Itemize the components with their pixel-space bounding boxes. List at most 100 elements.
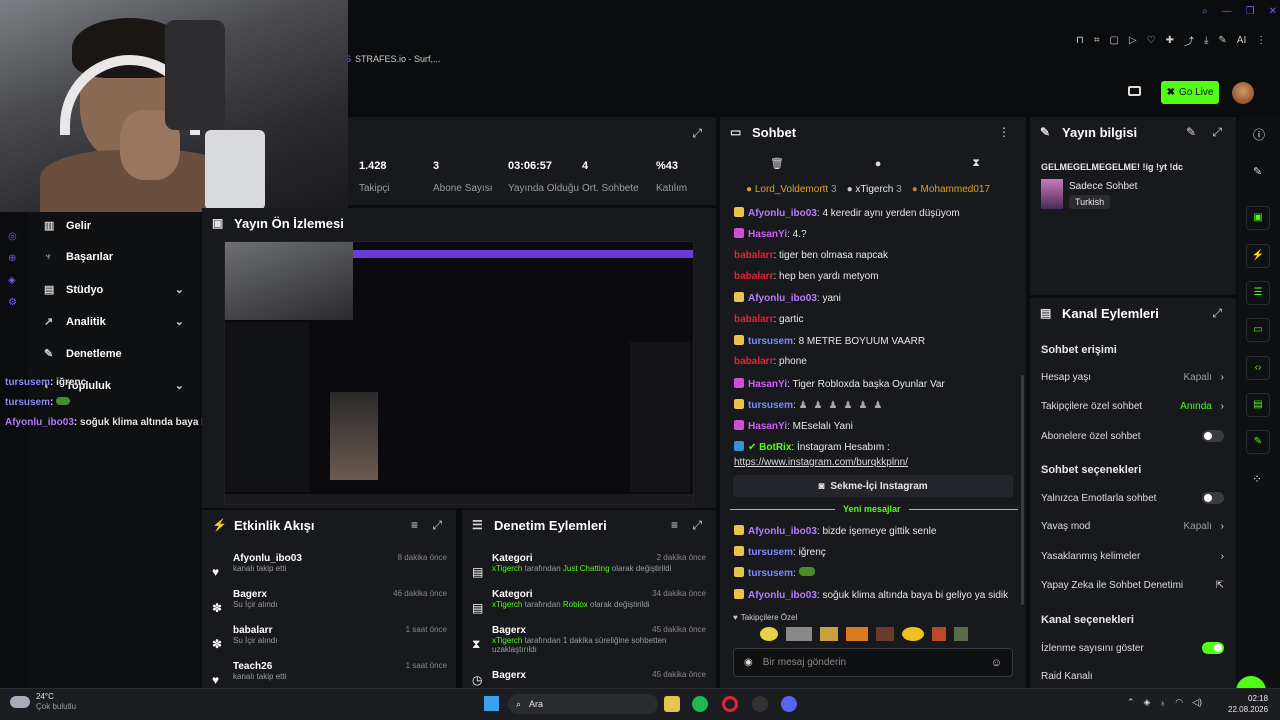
taskbar-search[interactable]: ⌕ Ara — [508, 694, 658, 714]
screenshot-icon[interactable]: ▢ — [1109, 35, 1118, 46]
minimize-icon[interactable]: — — [1222, 6, 1232, 17]
close-icon[interactable]: ✕ — [1269, 6, 1277, 17]
sidebar-item-analytics[interactable]: ↗ Analitik ⌄ — [44, 315, 184, 329]
ai-moderation-setting[interactable]: Yapay Zeka ile Sohbet Denetimi ⇱ — [1041, 580, 1224, 591]
expand-icon[interactable]: ⤢ — [1212, 125, 1222, 140]
chat-message[interactable]: HasanYi: Tiger Robloxda başka Oyunlar Va… — [734, 378, 945, 390]
chat-message[interactable]: babalarr: tiger ben olmasa napcak — [734, 250, 888, 261]
wifi-icon[interactable]: ◠ — [1175, 697, 1183, 708]
chat-message[interactable]: Afyonlu_ibo03: 4 keredir aynı yerden düş… — [734, 207, 960, 219]
info-icon[interactable]: ⓘ — [1253, 126, 1265, 143]
play-icon[interactable]: ▷ — [1129, 35, 1137, 46]
subs-chat-setting[interactable]: Abonelere özel sohbet — [1041, 430, 1224, 442]
home-icon[interactable]: ◎ — [8, 226, 17, 248]
wrench-icon[interactable]: ✎ — [1246, 430, 1270, 454]
chat-message[interactable]: babalarr: gartic — [734, 314, 803, 325]
chat-message[interactable]: HasanYi: 4.? — [734, 228, 807, 240]
go-live-button[interactable]: ✖ Go Live — [1161, 81, 1219, 104]
layout-icon[interactable]: ▣ — [1246, 206, 1270, 230]
emote-only-setting[interactable]: Yalnızca Emotlarla sohbet — [1041, 492, 1224, 504]
message-icon[interactable]: ● — [875, 158, 882, 170]
emote-icon[interactable] — [846, 627, 868, 641]
sidebar-item-achievements[interactable]: ♆ Başarılar — [44, 251, 113, 263]
chat-message[interactable]: ✔ BotRix: İnstagram Hesabım : — [734, 441, 890, 453]
chat-message[interactable]: Afyonlu_ibo03: yani — [734, 292, 841, 304]
trash-icon[interactable]: 🗑 — [770, 157, 784, 170]
chat-message[interactable]: tursusem: 8 METRE BOYUUM VAARR — [734, 335, 925, 347]
spotify-icon[interactable] — [692, 696, 708, 712]
list-icon[interactable]: ☰ — [1246, 281, 1270, 305]
followers-chat-setting[interactable]: Takipçilere özel sohbet Anında › — [1041, 401, 1224, 412]
search-icon[interactable]: ⌕ — [1202, 6, 1208, 17]
emote-icon[interactable] — [876, 627, 894, 641]
volume-icon[interactable]: ◁) — [1192, 697, 1202, 708]
menu-icon[interactable]: ⋮ — [1256, 35, 1266, 46]
sidebar-item-studio[interactable]: ▤ Stüdyo ⌄ — [44, 283, 184, 297]
expand-icon[interactable]: ⤢ — [692, 518, 702, 533]
stream-preview-video[interactable] — [224, 241, 694, 505]
file-explorer-icon[interactable] — [664, 696, 680, 712]
bookmark-icon[interactable]: ⊓ — [1076, 35, 1084, 46]
mic-icon[interactable]: ♁ — [1159, 698, 1166, 708]
heart-icon[interactable]: ♡ — [1147, 35, 1156, 46]
discover-icon[interactable]: ⊕ — [8, 248, 17, 270]
chat-message[interactable]: HasanYi: MEselalı Yani — [734, 420, 853, 432]
crop-icon[interactable]: ⌗ — [1094, 35, 1100, 46]
sidebar-item-moderation[interactable]: ✎ Denetleme — [44, 347, 122, 361]
emoji-icon[interactable]: ☺ — [991, 657, 1002, 669]
theater-icon[interactable] — [1128, 86, 1141, 96]
browser-tab[interactable]: S STRAFES.io - Surf,... — [345, 54, 441, 64]
more-icon[interactable]: ⋮ — [998, 125, 1010, 139]
windows-start-icon[interactable] — [484, 696, 499, 711]
emote-icon[interactable] — [820, 627, 838, 641]
avatar[interactable] — [1232, 82, 1254, 104]
hourglass-icon[interactable]: ⧗ — [972, 157, 980, 170]
weather-widget[interactable]: 24°C Çok bulutlu — [10, 692, 76, 712]
chat-message[interactable]: tursusem: — [734, 567, 815, 579]
settings-icon[interactable]: ⚙ — [8, 292, 17, 314]
emote-icon[interactable] — [786, 627, 812, 641]
extensions-icon[interactable]: ✚ — [1166, 35, 1174, 46]
slow-mode-setting[interactable]: Yavaş mod Kapalı › — [1041, 521, 1224, 532]
clock[interactable]: 02:18 22.08.2026 — [1228, 693, 1268, 715]
bolt-icon[interactable]: ⚡ — [1246, 244, 1270, 268]
subs-chat-toggle[interactable] — [1202, 430, 1224, 442]
chat-message[interactable]: babalarr: hep ben yardı metyom — [734, 271, 879, 282]
community-icon[interactable]: ◈ — [8, 270, 17, 292]
sidebar-item-revenue[interactable]: ▥ Gelir — [44, 219, 91, 233]
emote-only-toggle[interactable] — [1202, 492, 1224, 504]
emote-icon[interactable] — [954, 627, 968, 641]
edit-icon[interactable]: ✎ — [1186, 125, 1196, 139]
top-chatter[interactable]: ● xTigerch 3 — [847, 184, 902, 195]
chevron-up-icon[interactable]: ⌃ — [1127, 697, 1135, 708]
chat-message[interactable]: tursusem: ♟♟♟♟♟♟ — [734, 399, 888, 411]
show-views-toggle[interactable] — [1202, 642, 1224, 654]
show-views-setting[interactable]: İzlenme sayısını göster — [1041, 642, 1224, 654]
emote-icon[interactable] — [760, 627, 778, 641]
top-chatter[interactable]: ● Mohammed017 — [912, 184, 990, 195]
account-age-setting[interactable]: Hesap yaşı Kapalı › — [1041, 372, 1224, 383]
dots-icon[interactable]: ⁘ — [1252, 472, 1262, 486]
instagram-button[interactable]: ◙ Sekme-İçi Instagram — [733, 475, 1013, 497]
share-icon[interactable]: ⤴ — [1184, 33, 1194, 48]
banned-words-setting[interactable]: Yasaklanmış kelimeler › — [1041, 551, 1224, 562]
chat-link[interactable]: https://www.instagram.com/burqkkplnn/ — [734, 457, 908, 468]
top-chatter[interactable]: ● Lord_Voldemortt 3 — [746, 184, 837, 195]
emote-icon[interactable] — [902, 627, 924, 641]
ai-icon[interactable]: AI — [1237, 35, 1246, 46]
maximize-icon[interactable]: ❐ — [1246, 6, 1255, 17]
chat-scrollbar[interactable] — [1021, 375, 1024, 605]
expand-icon[interactable]: ⤢ — [692, 126, 702, 141]
download-icon[interactable]: ⤓ — [1204, 35, 1208, 46]
discord-icon[interactable] — [781, 696, 797, 712]
chat-message[interactable]: Afyonlu_ibo03: bizde işemeye gittik senl… — [734, 525, 936, 537]
chat-message[interactable]: tursusem: iğrenç — [734, 546, 826, 558]
pencil-icon[interactable]: ✎ — [1253, 165, 1262, 178]
pen-icon[interactable]: ✎ — [1218, 35, 1226, 46]
filter-icon[interactable]: ≡ — [671, 518, 678, 532]
code-icon[interactable]: ‹› — [1246, 356, 1270, 380]
filter-icon[interactable]: ≡ — [411, 518, 418, 532]
chat-icon[interactable]: ▭ — [1246, 318, 1270, 342]
steam-icon[interactable] — [752, 696, 768, 712]
opera-icon[interactable] — [722, 696, 738, 712]
